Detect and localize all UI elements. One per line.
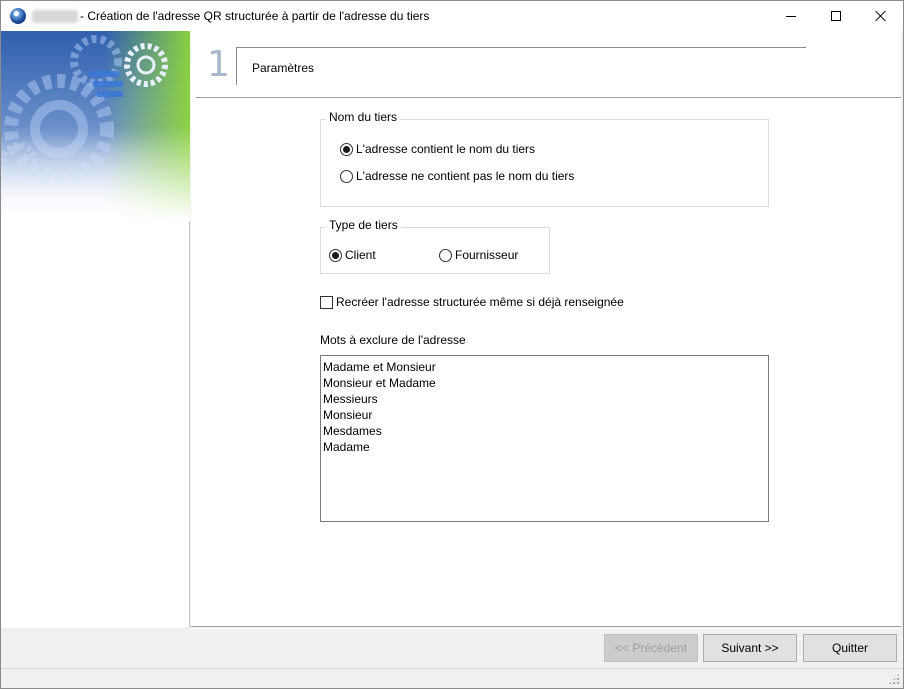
excluded-words-label: Mots à exclure de l'adresse [320,333,466,347]
close-icon [875,10,887,22]
status-bar [1,668,903,688]
resize-grip-icon[interactable] [888,673,900,685]
minimize-button[interactable] [768,1,813,31]
wizard-content: 1 Paramètres Nom du tiers L'adresse cont… [191,31,901,629]
radio-client-button[interactable] [329,248,342,262]
radio-client[interactable]: Client [329,248,376,262]
app-name-redacted [32,10,78,23]
wizard-window: - Création de l'adresse QR structurée à … [0,0,904,689]
radio-not-contains-name-button[interactable] [340,169,353,183]
nom-du-tiers-legend: Nom du tiers [326,110,401,124]
header-separator [196,97,901,98]
side-panel [1,31,190,628]
recreate-address-checkbox-box[interactable] [320,295,333,309]
previous-button[interactable]: << Précédent [604,634,698,662]
title-bar[interactable]: - Création de l'adresse QR structurée à … [1,1,903,31]
radio-fournisseur-label: Fournisseur [455,248,519,262]
close-button[interactable] [858,1,903,31]
recreate-address-checkbox[interactable]: Recréer l'adresse structurée même si déj… [320,295,624,309]
step-header-divider-vertical [236,47,237,85]
type-de-tiers-legend: Type de tiers [326,218,401,232]
radio-contains-name-button[interactable] [340,142,353,156]
radio-contains-name-label: L'adresse contient le nom du tiers [356,142,536,156]
gears-banner-image [1,31,190,221]
excluded-word-line: Monsieur et Madame [323,376,436,390]
nom-du-tiers-group: Nom du tiers L'adresse contient le nom d… [320,110,769,207]
step-number: 1 [207,44,230,85]
excluded-word-line: Messieurs [323,392,378,406]
excluded-word-line: Madame et Monsieur [323,360,436,374]
radio-not-contains-name[interactable]: L'adresse ne contient pas le nom du tier… [340,169,574,183]
maximize-icon [830,11,841,21]
maximize-button[interactable] [813,1,858,31]
radio-not-contains-name-label: L'adresse ne contient pas le nom du tier… [356,169,575,183]
excluded-word-line: Madame [323,440,370,454]
next-button[interactable]: Suivant >> [703,634,797,662]
radio-fournisseur-button[interactable] [439,248,452,262]
excluded-word-line: Monsieur [323,408,373,422]
excluded-words-textarea[interactable]: Madame et Monsieur Monsieur et Madame Me… [320,355,769,522]
wizard-button-bar: << Précédent Suivant >> Quitter [1,629,903,669]
radio-client-label: Client [345,248,376,262]
radio-fournisseur[interactable]: Fournisseur [439,248,518,262]
quit-button[interactable]: Quitter [803,634,897,662]
minimize-icon [785,15,796,17]
recreate-address-checkbox-label: Recréer l'adresse structurée même si déj… [336,295,624,309]
excluded-word-line: Mesdames [323,424,382,438]
step-title: Paramètres [252,61,315,75]
type-de-tiers-group: Type de tiers Client Fournisseur [320,218,550,274]
window-title: - Création de l'adresse QR structurée à … [80,9,430,23]
step-header-divider [236,47,806,48]
radio-contains-name[interactable]: L'adresse contient le nom du tiers [340,142,535,156]
app-globe-icon [10,8,26,24]
